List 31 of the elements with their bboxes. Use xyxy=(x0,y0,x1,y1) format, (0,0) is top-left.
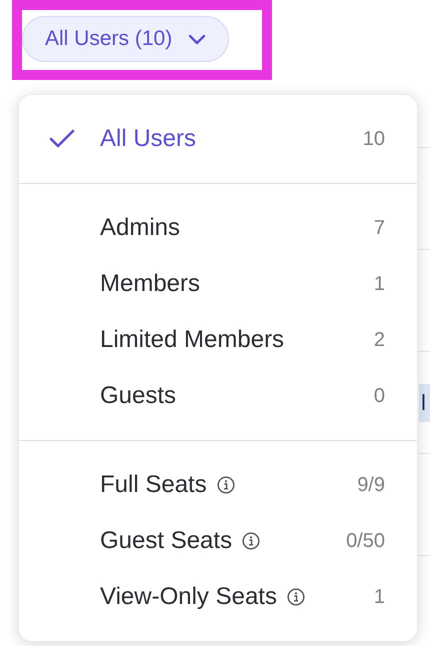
info-icon[interactable] xyxy=(242,532,260,550)
menu-item[interactable]: View-Only Seats 1 xyxy=(19,569,417,625)
menu-item-label: Guest Seats xyxy=(100,527,232,555)
menu-item-label: Admins xyxy=(100,214,180,242)
menu-item[interactable]: Admins 7 xyxy=(19,200,417,256)
chevron-down-icon xyxy=(188,34,206,44)
menu-item-label: All Users xyxy=(100,125,196,153)
menu-item[interactable]: Limited Members 2 xyxy=(19,312,417,368)
menu-item[interactable]: All Users 10 xyxy=(19,111,417,167)
menu-item-label: Guests xyxy=(100,382,176,410)
menu-item-label: Members xyxy=(100,270,200,298)
menu-item[interactable]: Guest Seats 0/50 xyxy=(19,513,417,569)
item-count: 7 xyxy=(374,216,385,240)
item-count: 0 xyxy=(374,384,385,408)
item-count: 2 xyxy=(374,328,385,352)
menu-item[interactable]: Full Seats 9/9 xyxy=(19,457,417,513)
menu-item-label: View-Only Seats xyxy=(100,583,277,611)
item-count: 1 xyxy=(374,272,385,296)
info-icon[interactable] xyxy=(286,588,305,606)
filter-button[interactable]: All Users (10) xyxy=(22,16,230,62)
item-count: 9/9 xyxy=(357,474,385,496)
menu-item-label: Limited Members xyxy=(100,326,284,354)
tag-label: l xyxy=(419,384,430,422)
menu-item[interactable]: Guests 0 xyxy=(19,368,417,424)
check-icon xyxy=(49,129,75,149)
item-count: 1 xyxy=(374,586,385,608)
menu-item-label: Full Seats xyxy=(100,471,207,499)
menu-item[interactable]: Members 1 xyxy=(19,256,417,312)
info-icon[interactable] xyxy=(216,476,235,494)
item-count: 10 xyxy=(362,128,385,150)
item-count: 0/50 xyxy=(346,530,385,552)
